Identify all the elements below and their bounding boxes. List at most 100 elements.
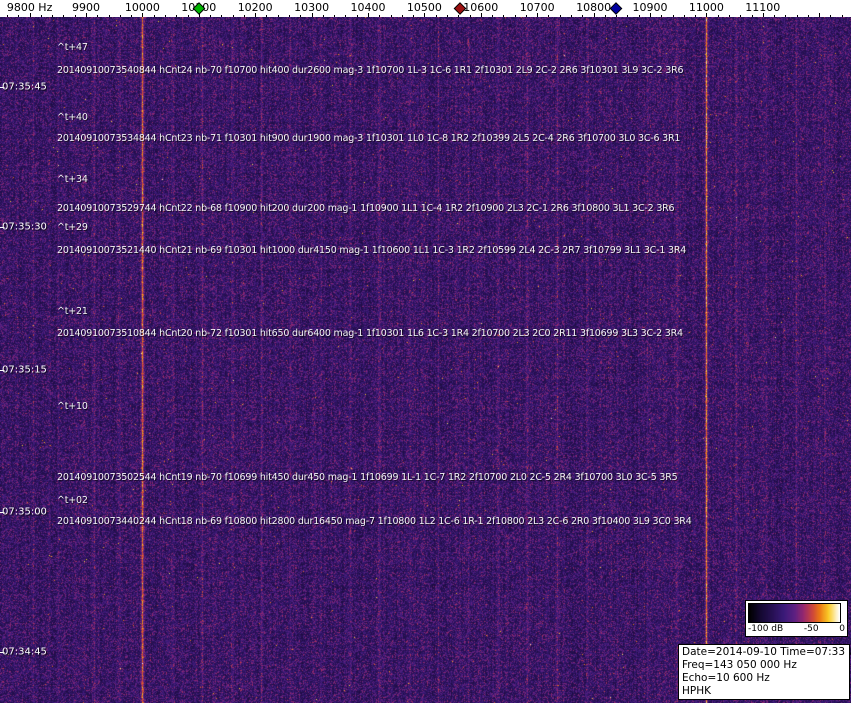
freq-minor-tick [334,15,335,17]
freq-tick-label: 10800 [576,1,612,14]
time-tick-label: 07:34:45 [2,646,47,658]
freq-minor-tick [131,15,132,17]
freq-minor-tick [616,15,617,17]
freq-minor-tick [808,15,809,17]
freq-minor-tick [515,15,516,17]
freq-minor-tick [526,15,527,17]
freq-minor-tick [605,15,606,17]
freq-minor-tick [154,15,155,17]
freq-minor-tick [188,15,189,17]
time-tick-label: 07:35:00 [2,506,47,518]
event-time-tag: ^t+34 [57,174,88,185]
freq-minor-tick [300,15,301,17]
freq-tick-label: 10300 [294,1,330,14]
green-marker-diamond-icon[interactable] [192,2,206,15]
freq-minor-tick [774,15,775,17]
event-detail-line: 20140910073440244 hCnt18 nb-69 f10800 hi… [57,516,692,527]
freq-minor-tick [673,15,674,17]
color-gradient [748,603,841,623]
freq-minor-tick [492,15,493,17]
freq-minor-tick [244,15,245,17]
red-marker-diamond-icon[interactable] [453,2,467,15]
freq-minor-tick [323,15,324,17]
time-tick-label: 07:35:15 [2,364,47,376]
freq-minor-tick [41,15,42,17]
event-detail-line: 20140910073540844 hCnt24 nb-70 f10700 hi… [57,65,684,76]
event-detail-line: 20140910073521440 hCnt21 nb-69 f10301 hi… [57,245,687,256]
freq-minor-tick [97,15,98,17]
freq-minor-tick [379,15,380,17]
freq-minor-tick [18,15,19,17]
event-time-tag: ^t+29 [57,222,88,233]
freq-tick-label: 9800 Hz [6,1,53,14]
freq-minor-tick [165,15,166,17]
freq-minor-tick [458,15,459,17]
freq-minor-tick [266,15,267,17]
freq-minor-tick [695,15,696,17]
freq-minor-tick [75,15,76,17]
freq-minor-tick [413,15,414,17]
event-time-tag: ^t+10 [57,401,88,412]
freq-tick-label: 9900 [72,1,100,14]
freq-minor-tick [560,15,561,17]
freq-tick-label: 11100 [745,1,781,14]
freq-minor-tick [391,15,392,17]
freq-minor-tick [627,15,628,17]
info-station-line: HPHK [682,685,712,697]
legend-max-label: 0 [839,624,845,634]
freq-minor-tick [470,15,471,17]
freq-minor-tick [289,15,290,17]
event-time-tag: ^t+47 [57,42,88,53]
time-tick-label: 07:35:30 [2,221,47,233]
time-tick-label: 07:35:45 [2,81,47,93]
freq-minor-tick [503,15,504,17]
freq-minor-tick [830,15,831,17]
blue-marker-diamond-icon[interactable] [609,2,623,15]
info-echo-line: Echo=10 600 Hz [682,672,770,684]
freq-major-tick [819,13,820,17]
event-detail-line: 20140910073502544 hCnt19 nb-70 f10699 hi… [57,472,678,483]
freq-tick-label: 10900 [632,1,668,14]
color-scale-legend: -100 dB -50 0 [745,600,848,637]
freq-minor-tick [548,15,549,17]
freq-minor-tick [357,15,358,17]
freq-minor-tick [63,15,64,17]
freq-minor-tick [176,15,177,17]
legend-labels: -100 dB -50 0 [748,624,845,634]
spectrogram-display: 9800 Hz990010000101001020010300104001050… [0,0,851,703]
legend-min-label: -100 dB [748,624,784,634]
info-date-line: Date=2014-09-10 Time=07:33 UTC [682,646,851,658]
freq-minor-tick [740,15,741,17]
freq-tick-label: 11000 [688,1,724,14]
frequency-axis: 9800 Hz990010000101001020010300104001050… [0,0,851,17]
info-freq-line: Freq=143 050 000 Hz [682,659,797,671]
freq-tick-label: 10400 [350,1,386,14]
info-box: Date=2014-09-10 Time=07:33 UTC Freq=143 … [678,644,851,700]
event-detail-line: 20140910073529744 hCnt22 nb-68 f10900 hi… [57,203,675,214]
waterfall-canvas [0,17,851,703]
freq-minor-tick [221,15,222,17]
freq-minor-tick [345,15,346,17]
freq-minor-tick [684,15,685,17]
freq-minor-tick [7,15,8,17]
freq-tick-label: 10700 [519,1,555,14]
freq-minor-tick [278,15,279,17]
freq-minor-tick [785,15,786,17]
freq-minor-tick [571,15,572,17]
freq-minor-tick [402,15,403,17]
freq-minor-tick [447,15,448,17]
event-detail-line: 20140910073534844 hCnt23 nb-71 f10301 hi… [57,133,681,144]
freq-minor-tick [729,15,730,17]
freq-minor-tick [718,15,719,17]
freq-minor-tick [797,15,798,17]
freq-minor-tick [120,15,121,17]
freq-minor-tick [752,15,753,17]
freq-minor-tick [52,15,53,17]
event-detail-line: 20140910073510844 hCnt20 nb-72 f10301 hi… [57,328,683,339]
freq-minor-tick [639,15,640,17]
event-time-tag: ^t+21 [57,306,88,317]
event-time-tag: ^t+02 [57,495,88,506]
event-time-tag: ^t+40 [57,112,88,123]
freq-tick-label: 10600 [463,1,499,14]
freq-minor-tick [582,15,583,17]
